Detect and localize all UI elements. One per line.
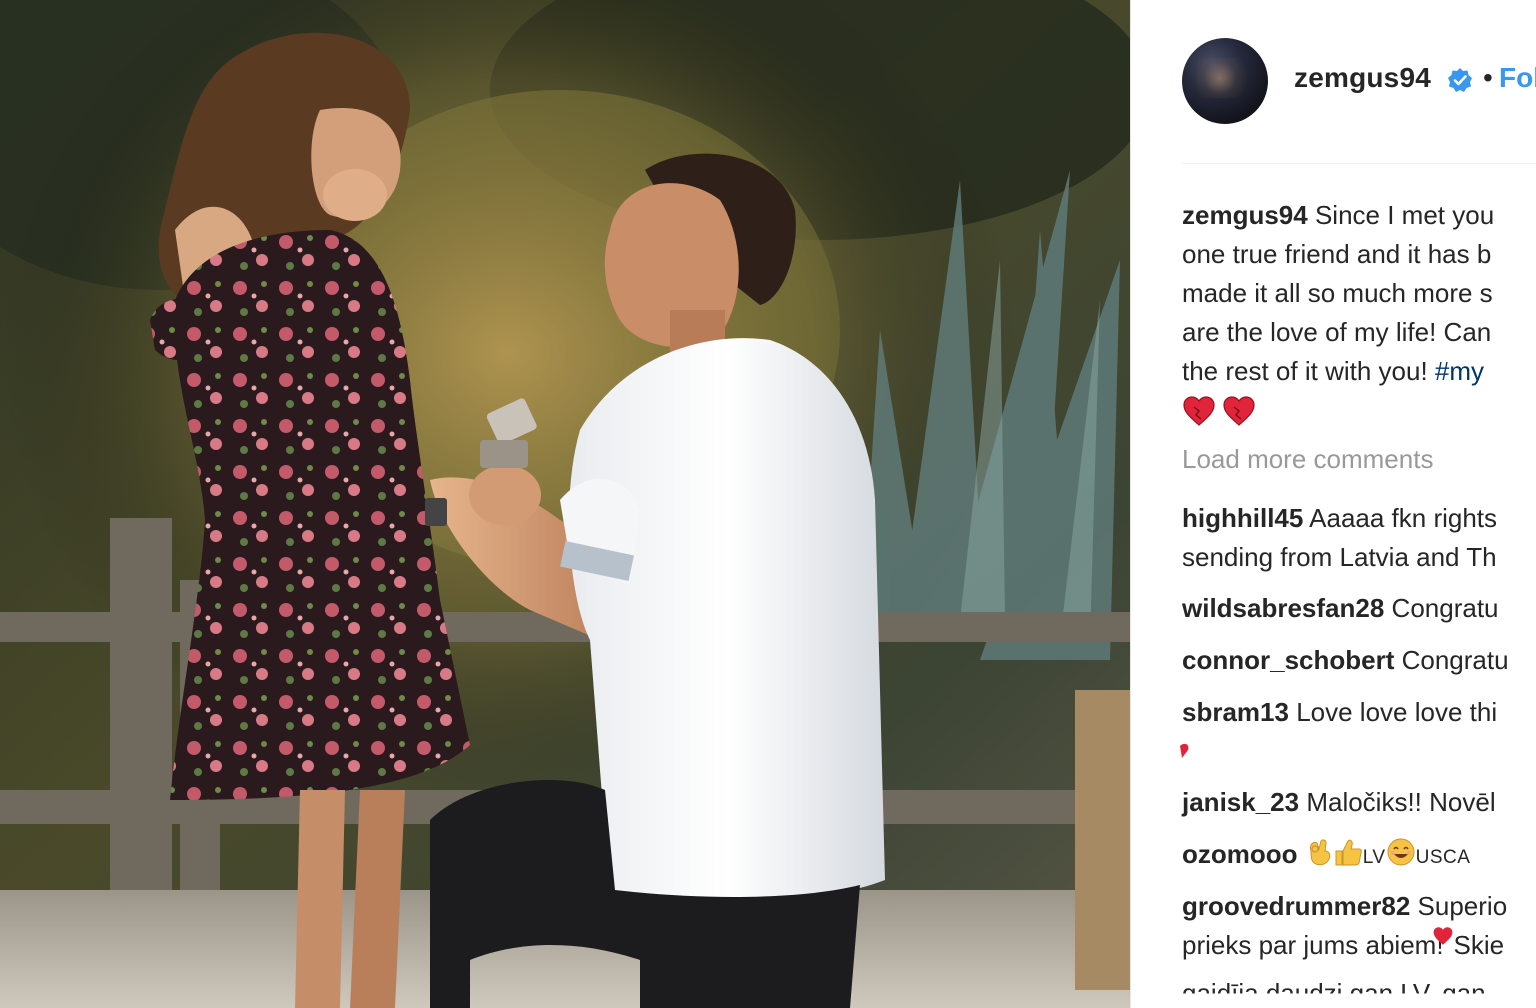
comment: wildsabresfan28 Congratu	[1182, 589, 1499, 628]
comment-username[interactable]: groovedrummer82	[1182, 891, 1410, 921]
comment-text: Aaaaa fkn rights	[1309, 503, 1498, 533]
heart-fragment-icon	[1180, 743, 1189, 758]
comment-text: Congratu	[1401, 645, 1509, 675]
caption-line-2: one true friend and it has b	[1182, 239, 1492, 269]
follow-button[interactable]: Follow	[1499, 62, 1536, 94]
thumbs-up-icon	[1335, 839, 1362, 866]
comment: connor_schobert Congratu	[1182, 641, 1509, 680]
comment-continuation: sending from Latvia and Th	[1182, 542, 1497, 572]
caption-hashtag[interactable]: #my	[1435, 356, 1484, 386]
smiling-face-icon	[1387, 838, 1415, 866]
caption-hearts	[1182, 395, 1536, 427]
cutoff-comment-line: gaidīja daudzi gan LV, gan	[1182, 978, 1486, 1008]
header-separator: •	[1483, 62, 1493, 93]
heart-icon	[1433, 927, 1452, 945]
caption-line-5: the rest of it with you!	[1182, 356, 1428, 386]
comment-continuation: prieks par jums abiem!	[1182, 930, 1444, 960]
post-author-username[interactable]: zemgus94	[1294, 62, 1431, 94]
comment-text: Maločiks!! Novēl	[1306, 787, 1496, 817]
comment-username[interactable]: connor_schobert	[1182, 645, 1394, 675]
comment-username[interactable]: sbram13	[1182, 697, 1289, 727]
comment-text-part: USCA	[1415, 847, 1471, 868]
proposal-photo	[0, 0, 1130, 1008]
comment: groovedrummer82 Superio prieks par jums …	[1182, 887, 1507, 965]
comment-text: Love love love thi	[1296, 697, 1498, 727]
heart-icon	[1223, 396, 1255, 426]
heart-icon	[1183, 396, 1215, 426]
post-photo[interactable]	[0, 0, 1130, 1008]
comment-username[interactable]: highhill45	[1182, 503, 1303, 533]
caption-line-1: Since I met you	[1314, 200, 1495, 230]
comment-username[interactable]: wildsabresfan28	[1182, 593, 1384, 623]
comment-continuation-tail: Skie	[1453, 930, 1505, 960]
caption-username[interactable]: zemgus94	[1182, 200, 1308, 230]
comment: janisk_23 Maločiks!! Novēl	[1182, 783, 1496, 822]
comment-text-part: LV	[1362, 847, 1386, 868]
comment: highhill45 Aaaaa fkn rights sending from…	[1182, 499, 1497, 577]
post-caption: zemgus94 Since I met you one true friend…	[1182, 196, 1536, 427]
ok-hand-icon	[1309, 839, 1331, 866]
header-divider	[1182, 163, 1536, 164]
comment-username[interactable]: janisk_23	[1182, 787, 1299, 817]
comment-text: Superio	[1417, 891, 1508, 921]
comment-username[interactable]: ozomooo	[1182, 839, 1298, 869]
load-more-comments-button[interactable]: Load more comments	[1182, 444, 1433, 475]
caption-line-4: are the love of my life! Can	[1182, 317, 1492, 347]
comment: ozomooo LV USCA	[1182, 835, 1470, 877]
verified-badge-icon	[1448, 68, 1472, 92]
comment: sbram13 Love love love thi	[1180, 693, 1498, 771]
avatar[interactable]	[1182, 38, 1268, 124]
post-header: zemgus94 • Follow	[1182, 38, 1536, 126]
post-side-panel: zemgus94 • Follow zemgus94 Since I met y…	[1130, 0, 1536, 1008]
comment-text: Congratu	[1391, 593, 1499, 623]
caption-line-3: made it all so much more s	[1182, 278, 1493, 308]
